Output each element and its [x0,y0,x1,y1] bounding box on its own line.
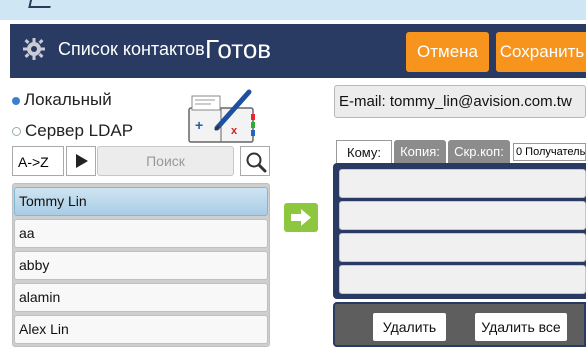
search-button[interactable] [240,146,270,176]
recipient-actions: Удалить Удалить все [333,302,586,347]
save-button[interactable]: Сохранить [496,32,586,72]
search-input[interactable]: Поиск [97,146,234,176]
add-recipient-button[interactable] [284,203,318,232]
radio-unselected-icon [12,127,21,137]
list-item[interactable]: abby [14,251,268,280]
tab-cc[interactable]: Копия: [394,140,446,163]
address-book-icon[interactable]: + x [187,86,257,144]
recipient-slot[interactable] [339,265,586,294]
gear-icon [23,38,45,60]
svg-text:+: + [195,117,203,133]
recipient-slot[interactable] [339,233,586,262]
cancel-button[interactable]: Отмена [406,32,489,72]
title-bar: Список контактов Готов Отмена Сохранить [10,24,586,78]
contact-list: Tommy Lin aa abby alamin Alex Lin [12,183,270,347]
radio-local-label: Локальный [24,90,112,109]
email-display: E-mail: tommy_lin@avision.com.tw [334,85,586,118]
list-item[interactable]: Tommy Lin [14,187,268,216]
play-icon [76,154,88,168]
recipient-count: 0 Получатель [513,143,586,161]
sort-toggle-button[interactable] [66,146,96,176]
status-text: Готов [205,34,272,64]
tab-bcc[interactable]: Скр.коп: [448,140,510,163]
status-strip [0,0,586,20]
list-item[interactable]: alamin [14,283,268,312]
arrow-right-icon [291,209,311,226]
delete-all-button[interactable]: Удалить все [475,313,567,341]
recipient-list [333,163,586,299]
cut-off-glyph [28,0,54,8]
tab-to[interactable]: Кому: [336,140,392,163]
page-title: Список контактов [58,39,205,59]
delete-button[interactable]: Удалить [373,313,446,341]
svg-text:x: x [231,125,238,137]
sort-selector[interactable]: A->Z [12,146,64,176]
radio-ldap-label: Сервер LDAP [25,121,134,140]
list-item[interactable]: Alex Lin [14,315,268,344]
radio-ldap[interactable]: Сервер LDAP [12,121,133,141]
magnifier-icon [246,152,267,173]
recipient-slot[interactable] [339,201,586,230]
list-item[interactable]: aa [14,219,268,248]
radio-local[interactable]: Локальный [12,90,112,110]
radio-selected-icon [12,96,20,105]
recipient-slot[interactable] [339,169,586,198]
